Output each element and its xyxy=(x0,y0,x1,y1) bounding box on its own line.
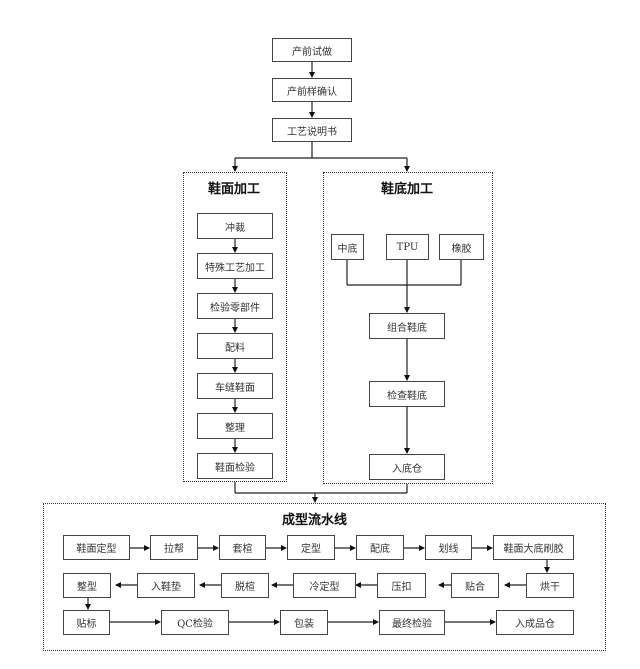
upper-step: 冲裁 xyxy=(197,213,273,239)
upper-section-title: 鞋面加工 xyxy=(208,182,261,197)
assembly-step: 烘干 xyxy=(526,573,574,598)
assembly-step: 鞋面定型 xyxy=(63,535,130,560)
sole-section-title: 鞋底加工 xyxy=(381,182,434,197)
assembly-step: 整型 xyxy=(63,573,111,598)
assembly-step: QC检验 xyxy=(161,610,229,635)
sole-step: 入底仓 xyxy=(369,454,445,480)
sole-step: 检查鞋底 xyxy=(369,381,445,407)
step-pre-production-trial: 产前试做 xyxy=(272,38,352,62)
upper-step: 车缝鞋面 xyxy=(197,373,273,399)
upper-step: 配料 xyxy=(197,333,273,359)
assembly-step: 定型 xyxy=(287,535,335,560)
step-process-instructions: 工艺说明书 xyxy=(272,118,352,142)
sole-material: 橡胶 xyxy=(439,234,484,260)
sole-material: TPU xyxy=(386,234,429,260)
assembly-step: 最终检验 xyxy=(379,610,445,635)
assembly-step: 脱楦 xyxy=(221,573,269,598)
upper-step: 整理 xyxy=(197,413,273,439)
step-pre-production-sample-confirm: 产前样确认 xyxy=(272,78,352,102)
assembly-step: 套楦 xyxy=(219,535,266,560)
assembly-line-title: 成型流水线 xyxy=(282,513,348,528)
sole-material: 中底 xyxy=(331,234,364,260)
assembly-step: 划线 xyxy=(425,535,472,560)
sole-step: 组合鞋底 xyxy=(369,313,445,339)
assembly-step: 配底 xyxy=(356,535,404,560)
assembly-step: 贴标 xyxy=(63,610,110,635)
assembly-step: 压扣 xyxy=(377,573,426,598)
assembly-step: 鞋面大底刷胶 xyxy=(493,535,574,560)
upper-step: 鞋面检验 xyxy=(197,453,273,479)
upper-step: 检验零部件 xyxy=(197,293,273,319)
assembly-step: 贴合 xyxy=(451,573,499,598)
assembly-step: 冷定型 xyxy=(293,573,356,598)
upper-step: 特殊工艺加工 xyxy=(197,253,273,279)
assembly-step: 入成品仓 xyxy=(496,610,574,635)
assembly-step: 包装 xyxy=(280,610,328,635)
assembly-step: 拉帮 xyxy=(150,535,198,560)
assembly-step: 入鞋垫 xyxy=(137,573,195,598)
